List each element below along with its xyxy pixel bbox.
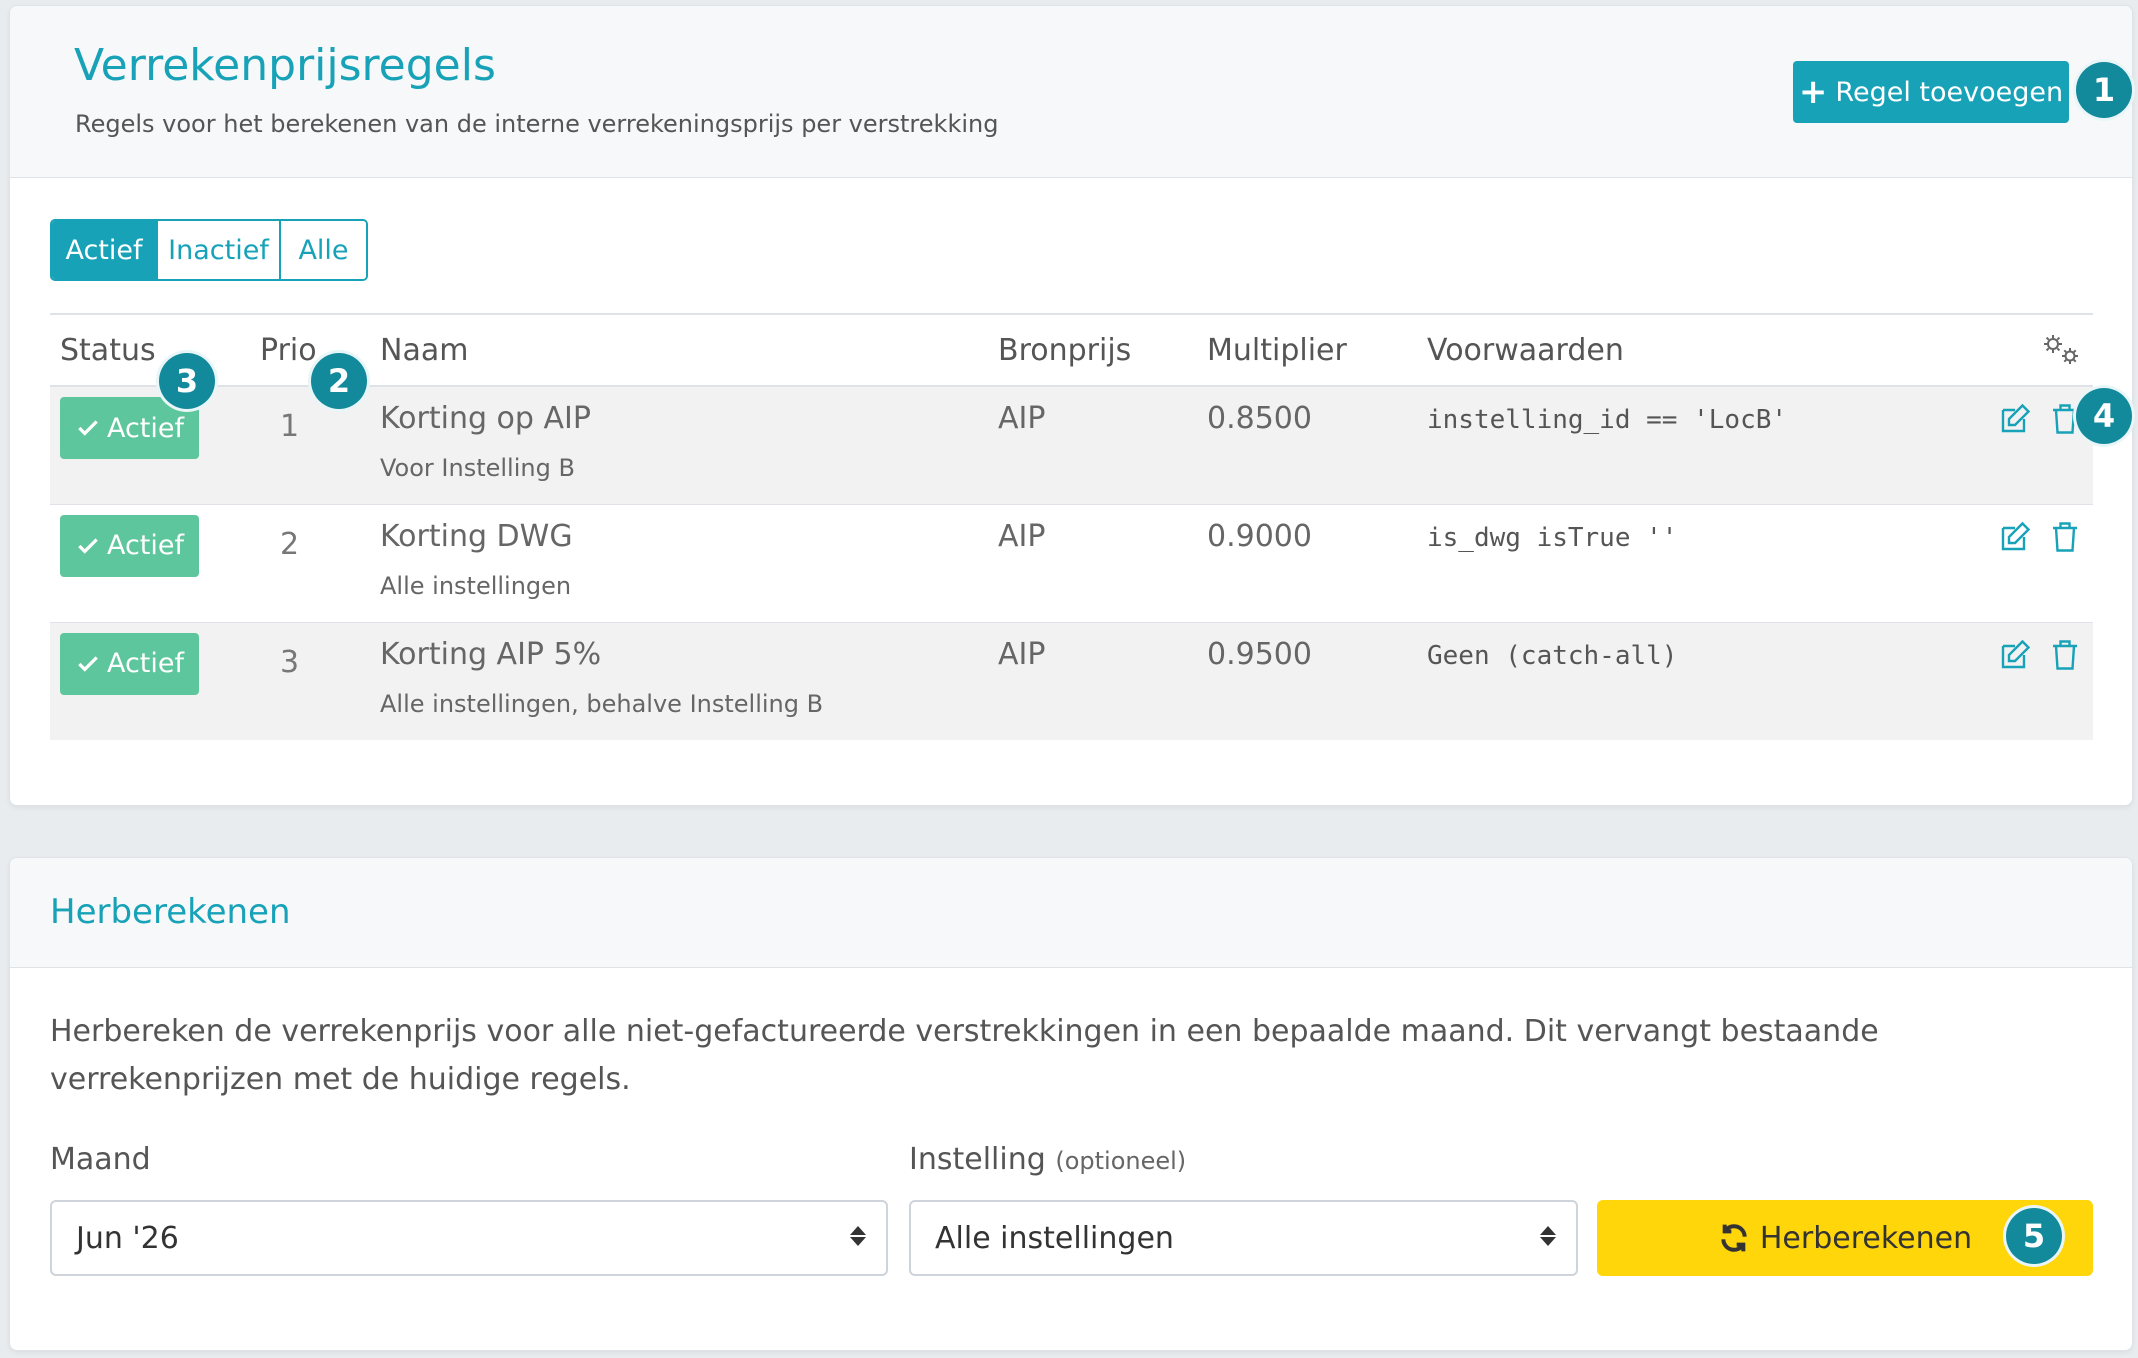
column-header-status[interactable]: Status <box>50 313 250 387</box>
status-badge[interactable]: Actief <box>60 632 199 695</box>
plus-icon: + <box>1798 72 1828 112</box>
trash-icon[interactable] <box>2047 637 2083 673</box>
page-title: Verrekenprijsregels <box>74 40 496 91</box>
rule-name: Korting op AIP <box>380 401 591 436</box>
month-select[interactable]: Jun '26 <box>50 1200 888 1276</box>
rules-card-header: Verrekenprijsregels Regels voor het bere… <box>10 6 2132 178</box>
status-badge[interactable]: Actief <box>60 514 199 577</box>
callout-badge-5: 5 <box>2006 1208 2062 1264</box>
source-price: AIP <box>998 401 1046 436</box>
prio-value: 1 <box>280 409 300 444</box>
condition-text: instelling_id == 'LocB' <box>1427 405 1788 435</box>
optional-hint: (optioneel) <box>1055 1147 1187 1175</box>
filter-inactive[interactable]: Inactief <box>158 221 281 279</box>
recalc-title: Herberekenen <box>50 892 291 932</box>
check-icon <box>78 537 98 554</box>
rule-scope: Alle instellingen, behalve Instelling B <box>380 689 824 718</box>
rule-scope: Alle instellingen <box>380 571 572 600</box>
month-select-value: Jun '26 <box>76 1220 179 1256</box>
institution-label-text: Instelling <box>909 1142 1046 1177</box>
callout-badge-4: 4 <box>2076 388 2132 444</box>
edit-icon[interactable] <box>1997 401 2033 437</box>
status-label: Actief <box>106 648 185 679</box>
rule-name: Korting AIP 5% <box>380 636 602 672</box>
institution-label: Instelling (optioneel) <box>909 1142 1186 1177</box>
rule-name: Korting DWG <box>380 518 573 554</box>
edit-icon[interactable] <box>1997 519 2033 555</box>
gears-icon[interactable] <box>2041 332 2083 368</box>
prio-value: 2 <box>280 526 300 562</box>
filter-all[interactable]: Alle <box>281 221 366 279</box>
table-row: Actief 3 Korting AIP 5% Alle instellinge… <box>50 622 2093 740</box>
check-icon <box>78 420 98 436</box>
status-filter-group: Actief Inactief Alle <box>50 219 368 281</box>
callout-badge-1: 1 <box>2076 62 2132 118</box>
recalc-card-header: Herberekenen <box>10 858 2132 968</box>
add-rule-label: Regel toevoegen <box>1835 76 2064 108</box>
check-icon <box>78 655 98 672</box>
institution-select-value: Alle instellingen <box>935 1220 1174 1256</box>
page-subtitle: Regels voor het berekenen van de interne… <box>75 110 999 138</box>
column-header-conditions[interactable]: Voorwaarden <box>1417 313 1977 387</box>
recalculate-label: Herberekenen <box>1759 1220 1973 1256</box>
recalc-description: Herbereken de verrekenprijs voor alle ni… <box>50 1014 1879 1097</box>
add-rule-button[interactable]: + Regel toevoegen <box>1793 61 2069 123</box>
table-row: Actief 2 Korting DWG Alle instellingen A… <box>50 504 2093 622</box>
callout-badge-3: 3 <box>159 353 215 409</box>
multiplier-value: 0.8500 <box>1207 401 1312 436</box>
multiplier-value: 0.9500 <box>1207 636 1312 672</box>
status-label: Actief <box>106 412 185 444</box>
trash-icon[interactable] <box>2047 519 2083 555</box>
refresh-icon <box>1721 1224 1747 1252</box>
condition-text: Geen (catch-all) <box>1427 640 1678 671</box>
column-header-source[interactable]: Bronprijs <box>988 313 1197 387</box>
rule-scope: Voor Instelling B <box>380 454 575 482</box>
condition-text: is_dwg isTrue '' <box>1427 522 1678 553</box>
prio-value: 3 <box>280 644 300 680</box>
callout-badge-2: 2 <box>311 353 367 409</box>
institution-select[interactable]: Alle instellingen <box>909 1200 1578 1276</box>
month-label: Maand <box>50 1142 151 1177</box>
source-price: AIP <box>998 518 1046 554</box>
source-price: AIP <box>998 636 1046 672</box>
table-row: Actief 1 Korting op AIP Voor Instelling … <box>50 386 2093 504</box>
filter-active[interactable]: Actief <box>52 221 158 279</box>
select-caret-icon <box>1540 1226 1556 1246</box>
column-header-multiplier[interactable]: Multiplier <box>1197 313 1417 387</box>
select-caret-icon <box>850 1226 866 1246</box>
column-settings <box>1977 313 2093 387</box>
edit-icon[interactable] <box>1997 637 2033 673</box>
multiplier-value: 0.9000 <box>1207 518 1312 554</box>
recalc-card: Herberekenen Herbereken de verrekenprijs… <box>9 857 2133 1351</box>
column-header-name[interactable]: Naam <box>370 313 988 387</box>
status-label: Actief <box>106 530 185 561</box>
